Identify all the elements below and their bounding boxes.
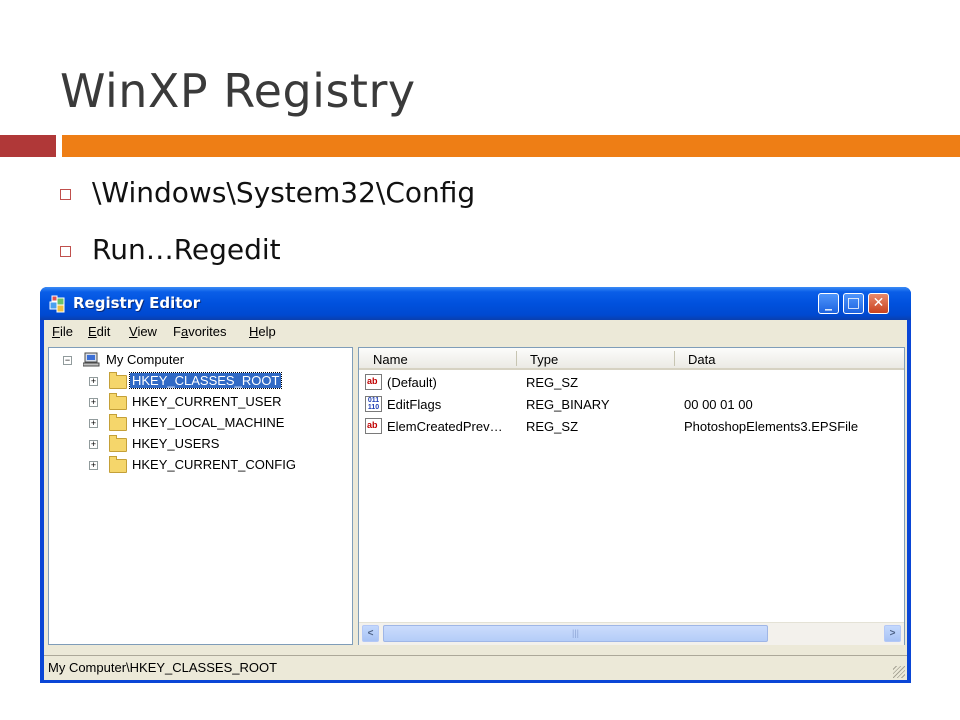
expand-icon[interactable]: + xyxy=(89,377,98,386)
status-path: My Computer\HKEY_CLASSES_ROOT xyxy=(48,660,278,675)
expand-icon[interactable]: + xyxy=(89,440,98,449)
value-type: REG_SZ xyxy=(526,375,579,390)
column-divider[interactable] xyxy=(516,351,517,366)
string-value-icon: ab xyxy=(365,418,382,434)
resize-grip-icon[interactable] xyxy=(893,666,905,678)
value-name: ElemCreatedPrev… xyxy=(387,419,503,434)
window-titlebar[interactable]: Registry Editor _ □ ✕ xyxy=(40,287,911,320)
menu-bar: File Edit View Favorites Help xyxy=(44,320,907,342)
value-name: EditFlags xyxy=(387,397,442,412)
minimize-button[interactable]: _ xyxy=(818,293,839,314)
computer-icon xyxy=(83,352,100,367)
grip-icon: ||| xyxy=(571,628,579,638)
registry-editor-window: Registry Editor _ □ ✕ File Edit View Fav… xyxy=(40,287,911,683)
menu-edit[interactable]: Edit xyxy=(88,324,110,339)
folder-icon xyxy=(109,393,127,410)
status-bar: My Computer\HKEY_CLASSES_ROOT xyxy=(44,655,907,680)
maximize-button[interactable]: □ xyxy=(843,293,864,314)
tree-node-label: HKEY_USERS xyxy=(132,436,220,451)
tree-node-label: HKEY_CURRENT_USER xyxy=(132,394,282,409)
tree-node-label: My Computer xyxy=(106,352,185,367)
binary-value-icon: 011 110 xyxy=(365,396,382,412)
folder-icon xyxy=(109,456,127,473)
column-header-type[interactable]: Type xyxy=(530,352,558,367)
bullet-square-icon xyxy=(60,189,71,200)
value-type: REG_SZ xyxy=(526,419,579,434)
tree-node-hkey-classes-root[interactable]: + HKEY_CLASSES_ROOT xyxy=(49,370,349,391)
expand-icon[interactable]: + xyxy=(89,398,98,407)
slide-title: WinXP Registry xyxy=(60,64,416,118)
bullet-item: Run…Regedit xyxy=(60,233,281,266)
horizontal-scrollbar[interactable]: < ||| > xyxy=(359,622,904,645)
maximize-icon: □ xyxy=(846,295,861,311)
collapse-icon[interactable]: − xyxy=(63,356,72,365)
bullet-item: \Windows\System32\Config xyxy=(60,176,475,209)
tree-node-label: HKEY_CLASSES_ROOT xyxy=(128,372,283,389)
bullet-text: \Windows\System32\Config xyxy=(92,176,476,209)
value-row[interactable]: ab ElemCreatedPrev… REG_SZ PhotoshopElem… xyxy=(359,416,904,438)
registry-editor-icon xyxy=(49,295,65,313)
window-title: Registry Editor xyxy=(73,294,201,312)
chevron-right-icon: > xyxy=(889,628,896,639)
value-row[interactable]: ab (Default) REG_SZ xyxy=(359,372,904,394)
tree-node-my-computer[interactable]: − My Computer xyxy=(49,348,349,370)
accent-bar-red xyxy=(0,135,56,157)
value-data: 00 00 01 00 xyxy=(684,397,753,412)
bullet-text: Run…Regedit xyxy=(92,233,281,266)
registry-tree-pane[interactable]: − My Computer + HKEY_CLASSES_ROOT + HKEY… xyxy=(48,347,353,645)
tree-node-hkey-current-config[interactable]: + HKEY_CURRENT_CONFIG xyxy=(49,454,349,475)
folder-icon xyxy=(109,435,127,452)
bullet-square-icon xyxy=(60,246,71,257)
column-divider[interactable] xyxy=(674,351,675,366)
string-value-icon: ab xyxy=(365,374,382,390)
chevron-left-icon: < xyxy=(367,628,374,639)
folder-icon xyxy=(109,372,127,389)
column-header-data[interactable]: Data xyxy=(688,352,715,367)
value-type: REG_BINARY xyxy=(526,397,610,412)
value-data: PhotoshopElements3.EPSFile xyxy=(684,419,859,434)
value-row[interactable]: 011 110 EditFlags REG_BINARY 00 00 01 00 xyxy=(359,394,904,416)
tree-node-hkey-users[interactable]: + HKEY_USERS xyxy=(49,433,349,454)
minimize-icon: _ xyxy=(825,295,832,311)
close-button[interactable]: ✕ xyxy=(868,293,889,314)
expand-icon[interactable]: + xyxy=(89,461,98,470)
tree-node-hkey-current-user[interactable]: + HKEY_CURRENT_USER xyxy=(49,391,349,412)
menu-file[interactable]: File xyxy=(52,324,73,339)
column-header-row: Name Type Data xyxy=(359,348,904,370)
accent-bar-orange xyxy=(62,135,960,157)
tree-node-label: HKEY_CURRENT_CONFIG xyxy=(132,457,296,472)
scroll-left-button[interactable]: < xyxy=(362,625,379,642)
menu-help[interactable]: Help xyxy=(249,324,276,339)
window-client-area: File Edit View Favorites Help − My Compu… xyxy=(44,320,907,680)
menu-view[interactable]: View xyxy=(129,324,157,339)
expand-icon[interactable]: + xyxy=(89,419,98,428)
tree-node-label: HKEY_LOCAL_MACHINE xyxy=(132,415,285,430)
value-name: (Default) xyxy=(387,375,437,390)
menu-favorites[interactable]: Favorites xyxy=(173,324,226,339)
scroll-right-button[interactable]: > xyxy=(884,625,901,642)
registry-values-pane[interactable]: Name Type Data ab (Default) REG_SZ 011 11… xyxy=(358,347,905,645)
close-icon: ✕ xyxy=(872,295,885,311)
tree-node-hkey-local-machine[interactable]: + HKEY_LOCAL_MACHINE xyxy=(49,412,349,433)
folder-icon xyxy=(109,414,127,431)
column-header-name[interactable]: Name xyxy=(373,352,408,367)
scrollbar-thumb[interactable]: ||| xyxy=(383,625,768,642)
